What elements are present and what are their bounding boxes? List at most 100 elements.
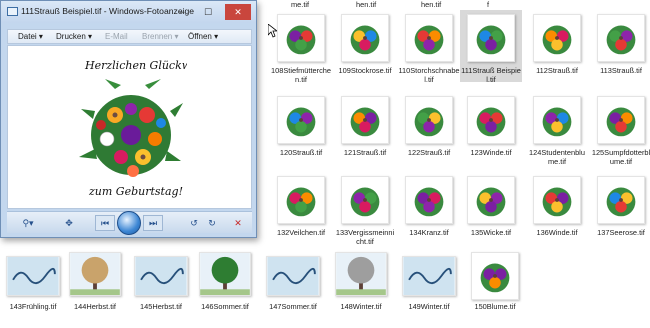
file-name-label: 144Herbst.tif — [74, 302, 116, 311]
partial-file-caption[interactable]: me.tif — [291, 0, 309, 9]
file-tile[interactable]: 125Sumpfdotterblume.tif — [590, 92, 650, 166]
minimize-button[interactable]: – — [171, 4, 193, 20]
file-tile[interactable]: 132Veilchen.tif — [270, 172, 332, 244]
file-tile[interactable]: 112Strauß.tif — [526, 10, 588, 82]
zoom-icon[interactable]: ⚲▾ — [17, 215, 39, 231]
forget-me-not-icon — [341, 176, 389, 224]
title-bar[interactable]: 111Strauß Beispiel.tif - Windows-Fotoanz… — [1, 1, 256, 23]
control-bar: ⚲▾ ✥ ⏮ ⏭ ↺ ↻ ✕ — [7, 211, 252, 235]
sommer-lettering-icon — [266, 256, 320, 296]
file-name-label: 111Strauß Beispiel.tif — [461, 66, 521, 84]
mouse-cursor-icon — [268, 24, 277, 38]
file-name-label: 137Seerose.tif — [597, 228, 645, 237]
bouquet-icon — [597, 14, 645, 62]
file-name-label: 120Strauß.tif — [279, 148, 323, 157]
file-name-label: 123Winde.tif — [470, 148, 512, 157]
summer-tree-icon — [199, 252, 251, 296]
partial-file-caption[interactable]: hen.tif — [421, 0, 441, 9]
file-name-label: 148Winter.tif — [340, 302, 382, 311]
file-tile[interactable]: 109Stockrose.tif — [334, 10, 396, 82]
photo-canvas[interactable]: Herzlichen Glückwunsch zum Geburtstag! — [7, 45, 252, 209]
fruehling-lettering-icon — [6, 256, 60, 296]
menu-email[interactable]: E-Mail — [105, 32, 128, 41]
file-tile[interactable]: 122Strauß.tif — [398, 92, 460, 164]
file-tile[interactable]: 113Strauß.tif — [590, 10, 650, 82]
rotate-ccw-icon[interactable]: ↺ — [187, 215, 201, 231]
file-name-label: 110Storchschnabel.tif — [398, 66, 460, 84]
rotate-cw-icon[interactable]: ↻ — [205, 215, 219, 231]
photo-greeting-bottom: zum Geburtstag! — [88, 185, 183, 198]
file-name-label: 149Winter.tif — [408, 302, 450, 311]
file-name-label: 146Sommer.tif — [201, 302, 249, 311]
previous-button[interactable]: ⏮ — [95, 215, 115, 231]
file-tile[interactable]: 120Strauß.tif — [270, 92, 332, 164]
bouquet-icon — [277, 96, 325, 144]
file-name-label: 124Studentenblume.tif — [529, 148, 585, 166]
menu-print[interactable]: Drucken ▾ — [56, 32, 92, 41]
file-name-label: 134Kranz.tif — [409, 228, 449, 237]
window-title: 111Strauß Beispiel.tif - Windows-Fotoanz… — [21, 6, 195, 16]
file-tile[interactable]: 143Frühling.tif — [2, 248, 64, 320]
wreath-icon — [405, 176, 453, 224]
file-tile[interactable]: 149Winter.tif — [398, 248, 460, 320]
file-tile[interactable]: 136Winde.tif — [526, 172, 588, 244]
bindweed-icon — [467, 96, 515, 144]
menu-bar: Datei ▾ Drucken ▾ E-Mail Brennen ▾ Öffne… — [7, 29, 252, 44]
file-tile[interactable]: 137Seerose.tif — [590, 172, 650, 244]
maximize-button[interactable]: ☐ — [197, 4, 219, 20]
file-tile[interactable]: 145Herbst.tif — [130, 248, 192, 320]
file-tile[interactable]: 133Vergissmeinnicht.tif — [334, 172, 396, 246]
photo-viewer-app-icon — [7, 7, 18, 16]
file-name-label: 109Stockrose.tif — [338, 66, 392, 75]
photo-greeting-top: Herzlichen Glückwunsch — [84, 59, 187, 72]
pansy-icon — [277, 14, 325, 62]
file-tile[interactable]: 135Wicke.tif — [460, 172, 522, 244]
yellow-bouquet-icon — [533, 14, 581, 62]
next-button[interactable]: ⏭ — [143, 215, 163, 231]
file-tile[interactable]: 148Winter.tif — [330, 248, 392, 320]
file-name-label: 121Strauß.tif — [343, 148, 387, 157]
file-tile[interactable]: 144Herbst.tif — [64, 248, 126, 320]
file-tile[interactable]: 111Strauß Beispiel.tif — [460, 10, 522, 84]
file-tile[interactable]: 146Sommer.tif — [194, 248, 256, 320]
file-name-label: 145Herbst.tif — [140, 302, 182, 311]
file-tile[interactable]: 134Kranz.tif — [398, 172, 460, 244]
slideshow-button[interactable] — [117, 211, 141, 235]
partial-file-caption[interactable]: f — [487, 0, 489, 9]
violet-icon — [277, 176, 325, 224]
file-name-label: 150Blume.tif — [474, 302, 516, 311]
file-tile[interactable]: 123Winde.tif — [460, 92, 522, 164]
marigold-icon — [533, 96, 581, 144]
close-button[interactable]: ✕ — [225, 4, 251, 20]
bouquet-photo: Herzlichen Glückwunsch zum Geburtstag! — [75, 49, 187, 206]
bindweed-icon — [533, 176, 581, 224]
file-name-label: 135Wicke.tif — [470, 228, 512, 237]
autumn-tree-icon — [69, 252, 121, 296]
file-tile[interactable]: 110Storchschnabel.tif — [398, 10, 460, 84]
file-name-label: 125Sumpfdotterblume.tif — [591, 148, 650, 166]
file-tile[interactable]: 150Blume.tif — [464, 248, 526, 320]
herbst-lettering-icon — [134, 256, 188, 296]
water-lily-icon — [597, 176, 645, 224]
file-name-label: 108Stiefmütterchen.tif — [271, 66, 331, 84]
bouquet-example-icon — [467, 14, 515, 62]
actual-size-icon[interactable]: ✥ — [61, 215, 77, 231]
file-tile[interactable]: 108Stiefmütterchen.tif — [270, 10, 332, 84]
menu-file[interactable]: Datei ▾ — [18, 32, 43, 41]
hollyhock-icon — [341, 14, 389, 62]
winter-lettering-icon — [402, 256, 456, 296]
file-name-label: 133Vergissmeinnicht.tif — [335, 228, 395, 246]
partial-file-caption[interactable]: hen.tif — [356, 0, 376, 9]
file-name-label: 112Strauß.tif — [536, 66, 578, 75]
menu-burn[interactable]: Brennen ▾ — [142, 32, 178, 41]
file-name-label: 122Strauß.tif — [407, 148, 451, 157]
file-name-label: 113Strauß.tif — [600, 66, 642, 75]
file-tile[interactable]: 147Sommer.tif — [262, 248, 324, 320]
file-tile[interactable]: 124Studentenblume.tif — [526, 92, 588, 166]
delete-icon[interactable]: ✕ — [231, 215, 245, 231]
winter-tree-icon — [335, 252, 387, 296]
marsh-marigold-icon — [597, 96, 645, 144]
menu-open[interactable]: Öffnen ▾ — [188, 32, 218, 41]
file-tile[interactable]: 121Strauß.tif — [334, 92, 396, 164]
photo-viewer-window: 111Strauß Beispiel.tif - Windows-Fotoanz… — [0, 0, 257, 238]
